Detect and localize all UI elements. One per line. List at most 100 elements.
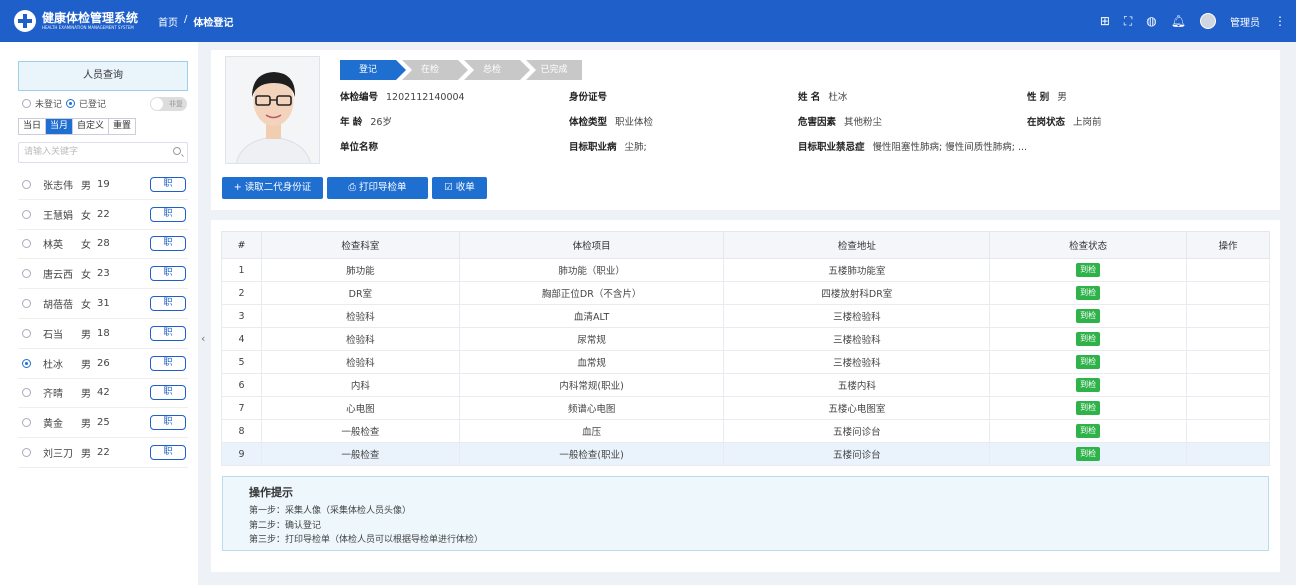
person-radio[interactable] <box>22 388 31 398</box>
collapse-sidebar-icon[interactable]: ‹ <box>201 332 205 345</box>
occupation-button[interactable]: 职 <box>150 176 186 192</box>
person-radio[interactable] <box>22 209 31 219</box>
person-sex: 女 <box>81 300 91 312</box>
occupation-button[interactable]: 职 <box>150 415 186 431</box>
person-radio[interactable] <box>22 179 31 189</box>
fullscreen-icon[interactable]: ⛶ <box>1124 15 1132 27</box>
row-actions[interactable] <box>1186 350 1270 374</box>
person-age: 25 <box>97 417 110 429</box>
person-age: 18 <box>97 327 110 339</box>
person-photo[interactable] <box>225 56 320 164</box>
sidebar: 人员查询 未登记 已登记 非复 当日 当月 自定义 重置 请输入关键字 张志伟男… <box>0 42 198 585</box>
row-actions[interactable] <box>1186 304 1270 328</box>
breadcrumb-separator: / <box>184 13 188 25</box>
radio-registered[interactable] <box>66 99 76 108</box>
app-logo: 健康体检管理系统 HEALTH EXAMINATION MANAGEMENT S… <box>0 10 150 32</box>
person-list-item[interactable]: 唐云西女 23 职 <box>18 259 188 290</box>
date-today-button[interactable]: 当日 <box>19 119 47 134</box>
row-actions[interactable] <box>1186 396 1270 420</box>
person-radio[interactable] <box>22 299 31 309</box>
person-list-item[interactable]: 齐晴 男 42 职 <box>18 379 188 409</box>
row-item: 内科常规(职业) <box>458 373 725 397</box>
table-row[interactable]: 9 一般检查 一般检查(职业) 五楼问诊台 到检 <box>221 442 1270 466</box>
person-list-item[interactable]: 刘三刀男 22 职 <box>18 438 188 468</box>
person-radio[interactable] <box>22 448 31 458</box>
person-list-item[interactable]: 黄金 男 25 职 <box>18 408 188 439</box>
occupation-button[interactable]: 职 <box>150 445 186 461</box>
apps-icon[interactable]: ⊞ <box>1100 15 1110 27</box>
row-actions[interactable] <box>1186 373 1270 397</box>
exam-no-value: 1202112140004 <box>386 92 465 103</box>
table-row[interactable]: 2 DR室 胸部正位DR（不含片） 四楼放射科DR室 到检 <box>221 281 1270 305</box>
person-name: 林英 <box>43 240 63 252</box>
row-address: 四楼放射科DR室 <box>723 281 991 305</box>
date-custom-button[interactable]: 自定义 <box>73 119 110 134</box>
user-avatar[interactable] <box>1200 13 1216 29</box>
table-row[interactable]: 5 检验科 血常规 三楼检验科 到检 <box>221 350 1270 374</box>
post-status-label: 在岗状态 <box>1027 117 1066 128</box>
occupation-button[interactable]: 职 <box>150 266 186 282</box>
person-radio[interactable] <box>22 269 31 279</box>
person-list-item[interactable]: 林英 女 28 职 <box>18 230 188 260</box>
date-month-button[interactable]: 当月 <box>46 119 74 134</box>
person-radio[interactable] <box>22 239 31 249</box>
row-actions[interactable] <box>1186 442 1270 466</box>
row-number: 9 <box>221 442 262 466</box>
people-list: 张志伟男 19 职王慧娟女 22 职林英女 28 职唐云西女 23 职胡蓓蓓女 31 职石当男 18 职… <box>18 170 188 468</box>
person-age: 22 <box>97 208 110 220</box>
row-number: 7 <box>221 396 262 420</box>
age-value: 26岁 <box>370 117 392 128</box>
person-radio[interactable] <box>22 328 31 338</box>
column-header: 检查地址 <box>723 231 991 259</box>
row-number: 5 <box>221 350 262 374</box>
row-actions[interactable] <box>1186 419 1270 443</box>
sex-label: 性 别 <box>1027 92 1050 103</box>
search-icon[interactable] <box>173 147 181 155</box>
globe-icon[interactable]: ◍ <box>1146 15 1156 27</box>
read-id-card-button[interactable]: + 读取二代身份证 <box>222 177 323 199</box>
table-row[interactable]: 4 检验科 尿常规 三楼检验科 到检 <box>221 327 1270 351</box>
occupation-button[interactable]: 职 <box>150 206 186 222</box>
row-actions[interactable] <box>1186 258 1270 282</box>
status-badge: 到检 <box>1076 309 1101 323</box>
row-actions[interactable] <box>1186 327 1270 351</box>
person-list-item[interactable]: 杜冰 男 26 职 <box>18 349 188 379</box>
occupation-button[interactable]: 职 <box>150 236 186 252</box>
table-row[interactable]: 6 内科 内科常规(职业) 五楼内科 到检 <box>221 373 1270 397</box>
row-actions[interactable] <box>1186 281 1270 305</box>
status-badge: 到检 <box>1076 447 1101 461</box>
table-row[interactable]: 8 一般检查 血压 五楼问诊台 到检 <box>221 419 1270 443</box>
person-sex: 男 <box>81 389 91 401</box>
person-radio[interactable] <box>22 418 31 428</box>
date-filter-group: 当日 当月 自定义 重置 <box>18 118 137 135</box>
profile-card: 登记 在检 总检 已完成 体检编号 1202112140004 身份证号 姓 名杜冰 性… <box>211 50 1280 210</box>
table-row[interactable]: 7 心电图 频谱心电图 五楼心电图室 到检 <box>221 396 1270 420</box>
breadcrumb-home[interactable]: 首页 <box>158 14 178 29</box>
occupation-button[interactable]: 职 <box>150 325 186 341</box>
table-row[interactable]: 1 肺功能 肺功能（职业） 五楼肺功能室 到检 <box>221 258 1270 282</box>
user-name[interactable]: 管理员 <box>1230 14 1260 29</box>
date-reset-button[interactable]: 重置 <box>109 119 135 134</box>
row-status-cell: 到检 <box>989 258 1188 282</box>
person-list-item[interactable]: 石当 男 18 职 <box>18 319 188 349</box>
row-status-cell: 到检 <box>989 396 1188 420</box>
post-status-value: 上岗前 <box>1073 117 1102 128</box>
radio-unregistered[interactable] <box>22 99 31 108</box>
search-input[interactable]: 请输入关键字 <box>18 142 188 163</box>
occupation-button[interactable]: 职 <box>150 296 186 312</box>
app-subtitle: HEALTH EXAMINATION MANAGEMENT SYSTEM <box>42 25 134 30</box>
print-guide-button[interactable]: ⎙ 打印导检单 <box>327 177 428 199</box>
recheck-toggle[interactable]: 非复 <box>150 97 187 111</box>
occupation-button[interactable]: 职 <box>150 355 186 371</box>
occupation-button[interactable]: 职 <box>150 385 186 401</box>
collect-button[interactable]: ☑ 收单 <box>432 177 487 199</box>
person-age: 23 <box>97 268 110 280</box>
more-icon[interactable]: ⋮ <box>1274 15 1286 27</box>
person-list-item[interactable]: 王慧娟女 22 职 <box>18 200 188 230</box>
bell-icon[interactable]: 🔔︎ <box>1171 15 1186 27</box>
table-row[interactable]: 3 检验科 血清ALT 三楼检验科 到检 <box>221 304 1270 328</box>
person-list-item[interactable]: 张志伟男 19 职 <box>18 170 188 200</box>
column-header: 检查状态 <box>989 231 1188 259</box>
person-radio[interactable] <box>22 358 31 368</box>
person-list-item[interactable]: 胡蓓蓓女 31 职 <box>18 289 188 319</box>
